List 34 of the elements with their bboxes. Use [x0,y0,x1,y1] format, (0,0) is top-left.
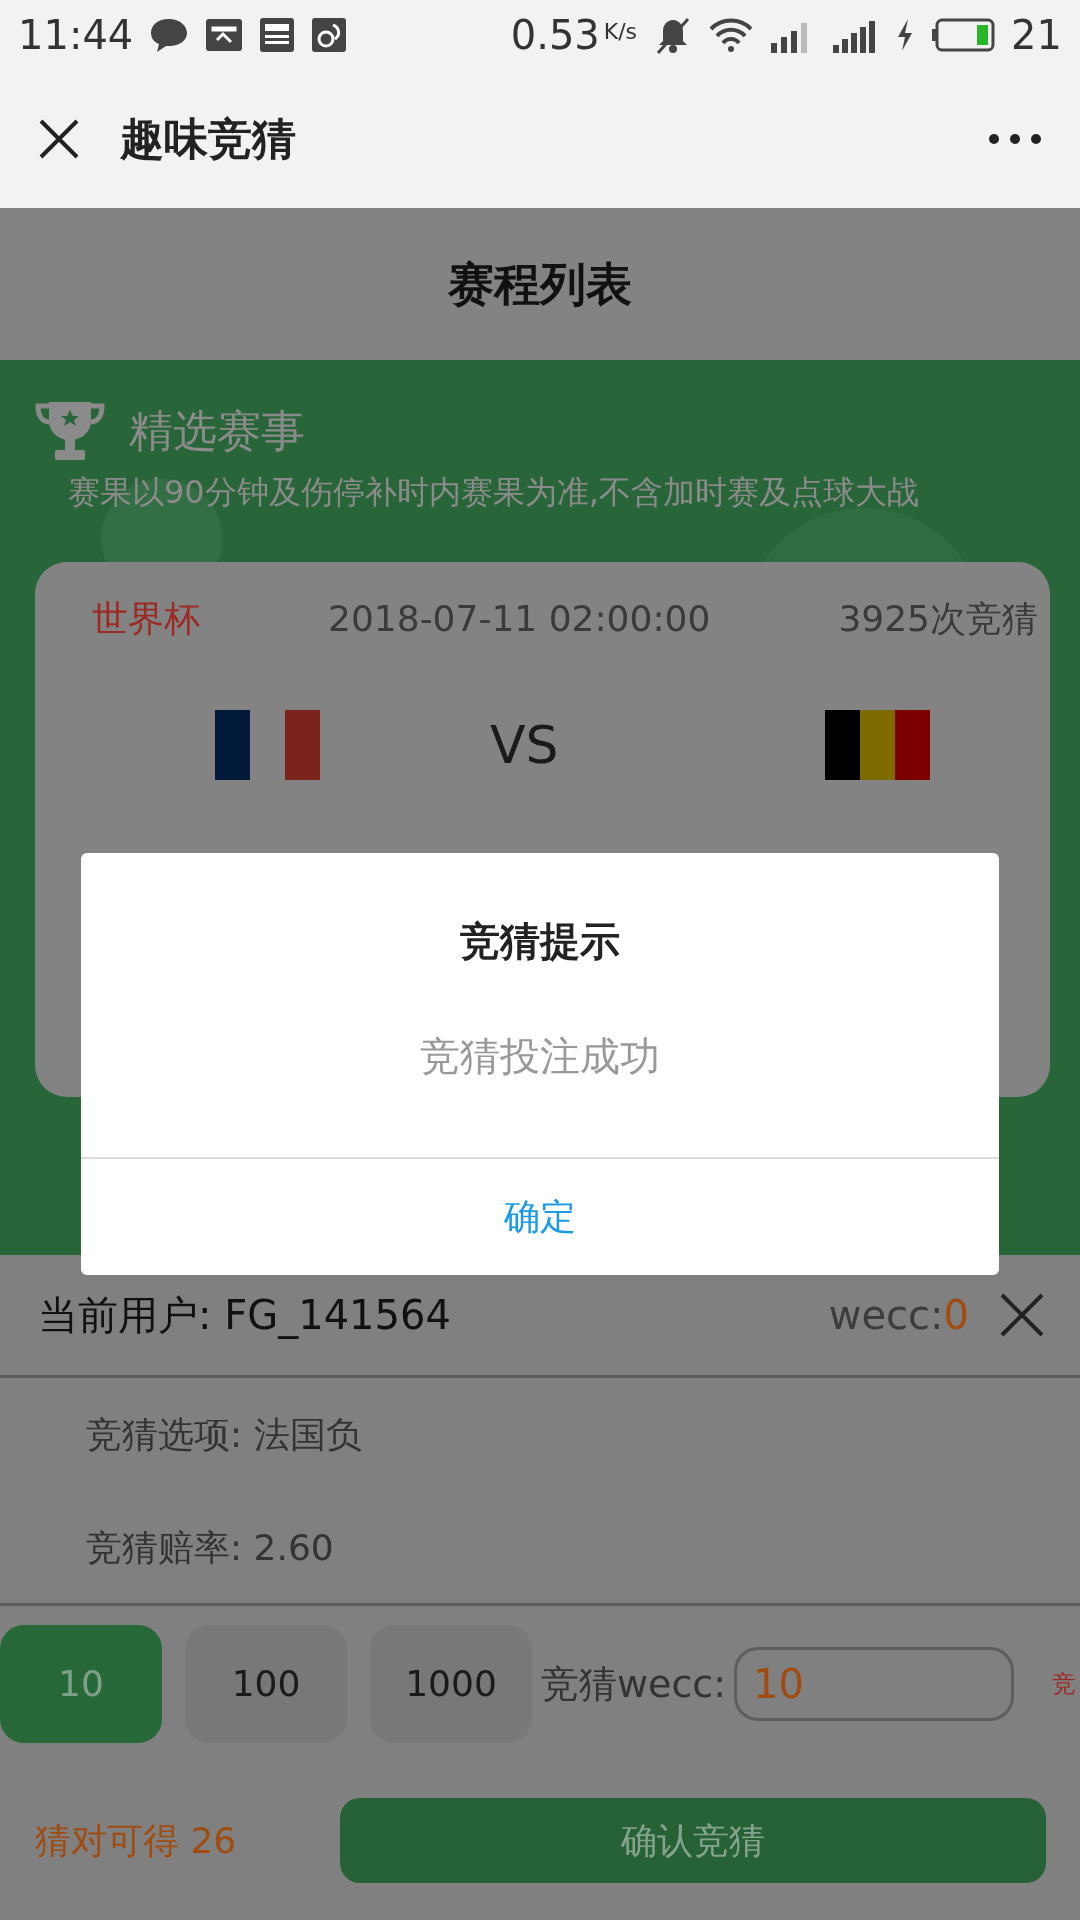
ok-button[interactable]: 确定 [81,1157,999,1275]
page-header-title: 趣味竞猜 [120,112,296,166]
trophy-icon [35,400,105,462]
rules-note: 赛果以90分钟及伤停补时内赛果为准,不含加时赛及点球大战 [68,472,920,512]
flag-icon [825,710,930,780]
current-user: 当前用户: FG_141564 [38,1291,451,1341]
amount-label: 竞猜wecc: [541,1660,727,1708]
confirm-button[interactable]: 确认竞猜 [340,1798,1046,1883]
flag-icon [215,710,320,780]
match-time: 2018-07-11 02:00:00 [328,597,711,641]
amount-button[interactable]: 100 [185,1625,347,1743]
amount-button[interactable]: 1000 [370,1625,532,1743]
speed-unit: K/s [603,18,638,46]
battery-icon [931,18,996,52]
dialog-message: 竞猜投注成功 [419,1032,661,1081]
news-icon [259,17,296,53]
bet-odds: 竞猜赔率: 2.60 [0,1492,1080,1606]
amount-button[interactable]: 10 [0,1625,162,1743]
guess-count: 3925次竞猜 [838,597,1038,641]
chat-bubble-icon [149,16,190,54]
dialog-title: 竞猜提示 [459,917,621,966]
section-title: 精选赛事 [129,404,305,458]
more-icon[interactable] [988,133,1042,145]
cut-off-text: 竞 [1052,1669,1076,1700]
network-speed: 0.53 [510,11,600,60]
payout-text: 猜对可得 26 [35,1818,237,1863]
league-name: 世界杯 [92,597,200,641]
versus-label: VS [490,714,559,777]
close-icon[interactable] [38,118,80,160]
status-time: 11:44 [18,11,134,60]
wifi-icon [709,17,754,53]
bet-option: 竞猜选项: 法国负 [0,1378,1080,1492]
battery-percent: 21 [1011,11,1062,60]
balance-text: wecc:0 [828,1291,969,1340]
